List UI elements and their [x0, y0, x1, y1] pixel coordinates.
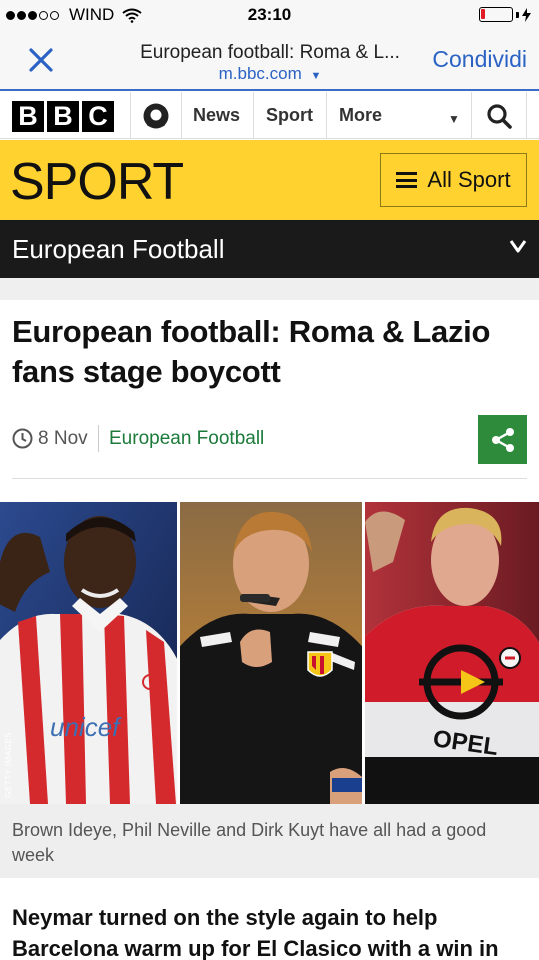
- article-section-link[interactable]: European Football: [109, 428, 264, 450]
- meta-divider: [12, 478, 527, 479]
- nav-sport[interactable]: Sport: [266, 92, 313, 139]
- search-icon: [487, 103, 512, 129]
- menu-icon: [396, 172, 418, 188]
- clock-time: 23:10: [247, 5, 292, 24]
- player-photo-1: unicef GETTY IMAGES: [0, 502, 177, 804]
- account-button[interactable]: [131, 92, 181, 139]
- clock-icon: [12, 428, 33, 449]
- search-button[interactable]: [472, 92, 526, 139]
- charging-bolt-icon: [522, 7, 531, 22]
- bbc-navigation: B B C News Sport More ▼: [0, 92, 539, 139]
- toolbar-divider: [0, 89, 539, 91]
- share-button[interactable]: Condividi: [432, 46, 527, 73]
- sport-logo[interactable]: SPORT: [10, 152, 184, 212]
- bbc-logo-letter: C: [82, 101, 114, 132]
- more-dropdown-icon: ▼: [448, 112, 460, 126]
- article-date: 8 Nov: [38, 428, 88, 449]
- browser-toolbar: European football: Roma & L... m.bbc.com…: [0, 30, 539, 90]
- battery-indicator: [479, 7, 531, 22]
- shirt-sponsor-text-1: unicef: [50, 712, 122, 742]
- share-article-button[interactable]: [478, 415, 527, 464]
- article-meta: 8 Nov European Football: [12, 415, 527, 464]
- close-icon[interactable]: [24, 43, 58, 77]
- host-label: m.bbc.com: [218, 64, 302, 83]
- bbc-logo[interactable]: B B C: [12, 101, 114, 132]
- player-photo-2: [180, 502, 362, 804]
- share-icon: [491, 427, 514, 452]
- chevron-down-icon[interactable]: [509, 237, 527, 255]
- user-icon: [143, 103, 169, 128]
- url-host[interactable]: m.bbc.com ▼: [110, 64, 430, 84]
- battery-icon: [479, 7, 513, 22]
- chevron-down-icon: ▼: [310, 70, 322, 82]
- nav-more[interactable]: More: [339, 92, 382, 139]
- image-caption: Brown Ideye, Phil Neville and Dirk Kuyt …: [0, 804, 539, 878]
- status-bar: WIND 23:10: [0, 0, 539, 30]
- sport-header: SPORT All Sport: [0, 140, 539, 220]
- image-credit: GETTY IMAGES: [4, 732, 13, 798]
- section-bar[interactable]: European Football: [0, 220, 539, 278]
- all-sport-label: All Sport: [427, 167, 511, 192]
- nav-news[interactable]: News: [193, 92, 240, 139]
- page-title: European football: Roma & L...: [140, 42, 400, 63]
- all-sport-button[interactable]: All Sport: [380, 153, 527, 207]
- bbc-logo-letter: B: [12, 101, 44, 132]
- section-title: European Football: [12, 234, 225, 264]
- article-headline: European football: Roma & Lazio fans sta…: [12, 314, 491, 389]
- section-spacer: [0, 278, 539, 300]
- article-image[interactable]: unicef GETTY IMAGES OPEL: [0, 502, 539, 804]
- bbc-logo-letter: B: [47, 101, 79, 132]
- player-photo-3: OPEL: [365, 502, 539, 804]
- article-body-paragraph: Neymar turned on the style again to help…: [12, 905, 499, 960]
